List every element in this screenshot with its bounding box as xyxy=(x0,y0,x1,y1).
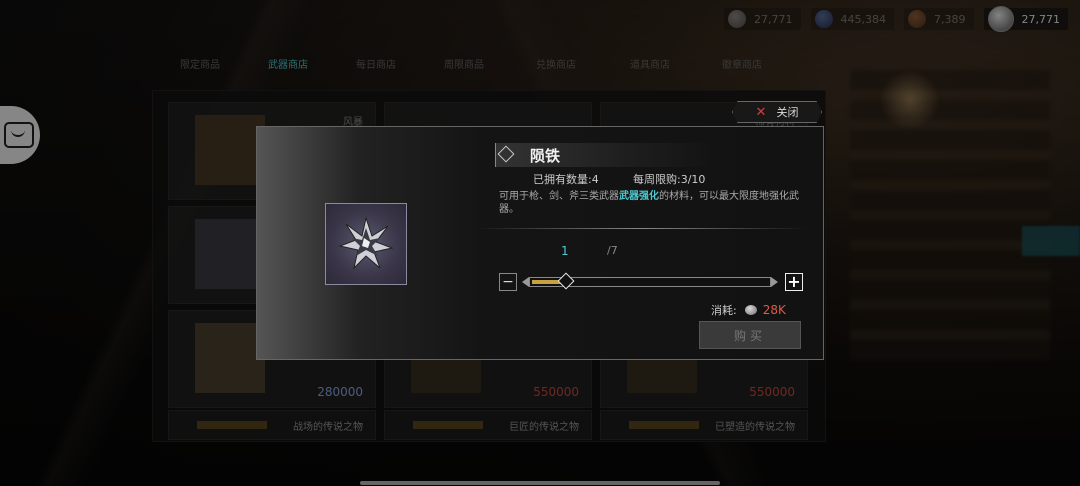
quantity-value: 1 xyxy=(561,244,569,258)
diamond-icon xyxy=(497,145,515,163)
desc-text: 可用于枪、剑、斧三类武器 xyxy=(499,191,619,202)
buy-button[interactable]: 购买 xyxy=(699,321,801,349)
increase-button[interactable]: + xyxy=(785,273,803,291)
home-indicator xyxy=(360,481,720,485)
item-name-banner: 陨铁 xyxy=(495,143,716,167)
cost-display: 消耗: 28K xyxy=(711,302,786,318)
slider-handle[interactable] xyxy=(557,272,575,290)
close-label: 关闭 xyxy=(776,106,799,119)
owned-count: 已拥有数量:4 xyxy=(533,173,599,186)
desc-highlight: 武器强化 xyxy=(619,191,659,202)
quantity-max: /7 xyxy=(607,244,618,257)
cost-label: 消耗: xyxy=(711,304,737,317)
close-icon: ✕ xyxy=(755,104,767,120)
item-name: 陨铁 xyxy=(530,147,561,165)
close-button[interactable]: ✕ 关闭 xyxy=(732,101,822,123)
purchase-dialog: 陨铁 已拥有数量:4 每周限购:3/10 可用于枪、剑、斧三类武器武器强化的材料… xyxy=(256,126,824,360)
item-icon-frame xyxy=(325,203,407,285)
item-description: 可用于枪、剑、斧三类武器武器强化的材料，可以最大限度地强化武器。 xyxy=(499,190,811,216)
weekly-limit: 每周限购:3/10 xyxy=(633,173,706,186)
meteorite-icon xyxy=(338,216,394,270)
cost-value: 28K xyxy=(762,303,786,317)
silver-coin-icon xyxy=(744,305,757,315)
quantity-slider[interactable] xyxy=(522,272,778,290)
decrease-button[interactable]: − xyxy=(499,273,517,291)
divider xyxy=(477,228,807,229)
